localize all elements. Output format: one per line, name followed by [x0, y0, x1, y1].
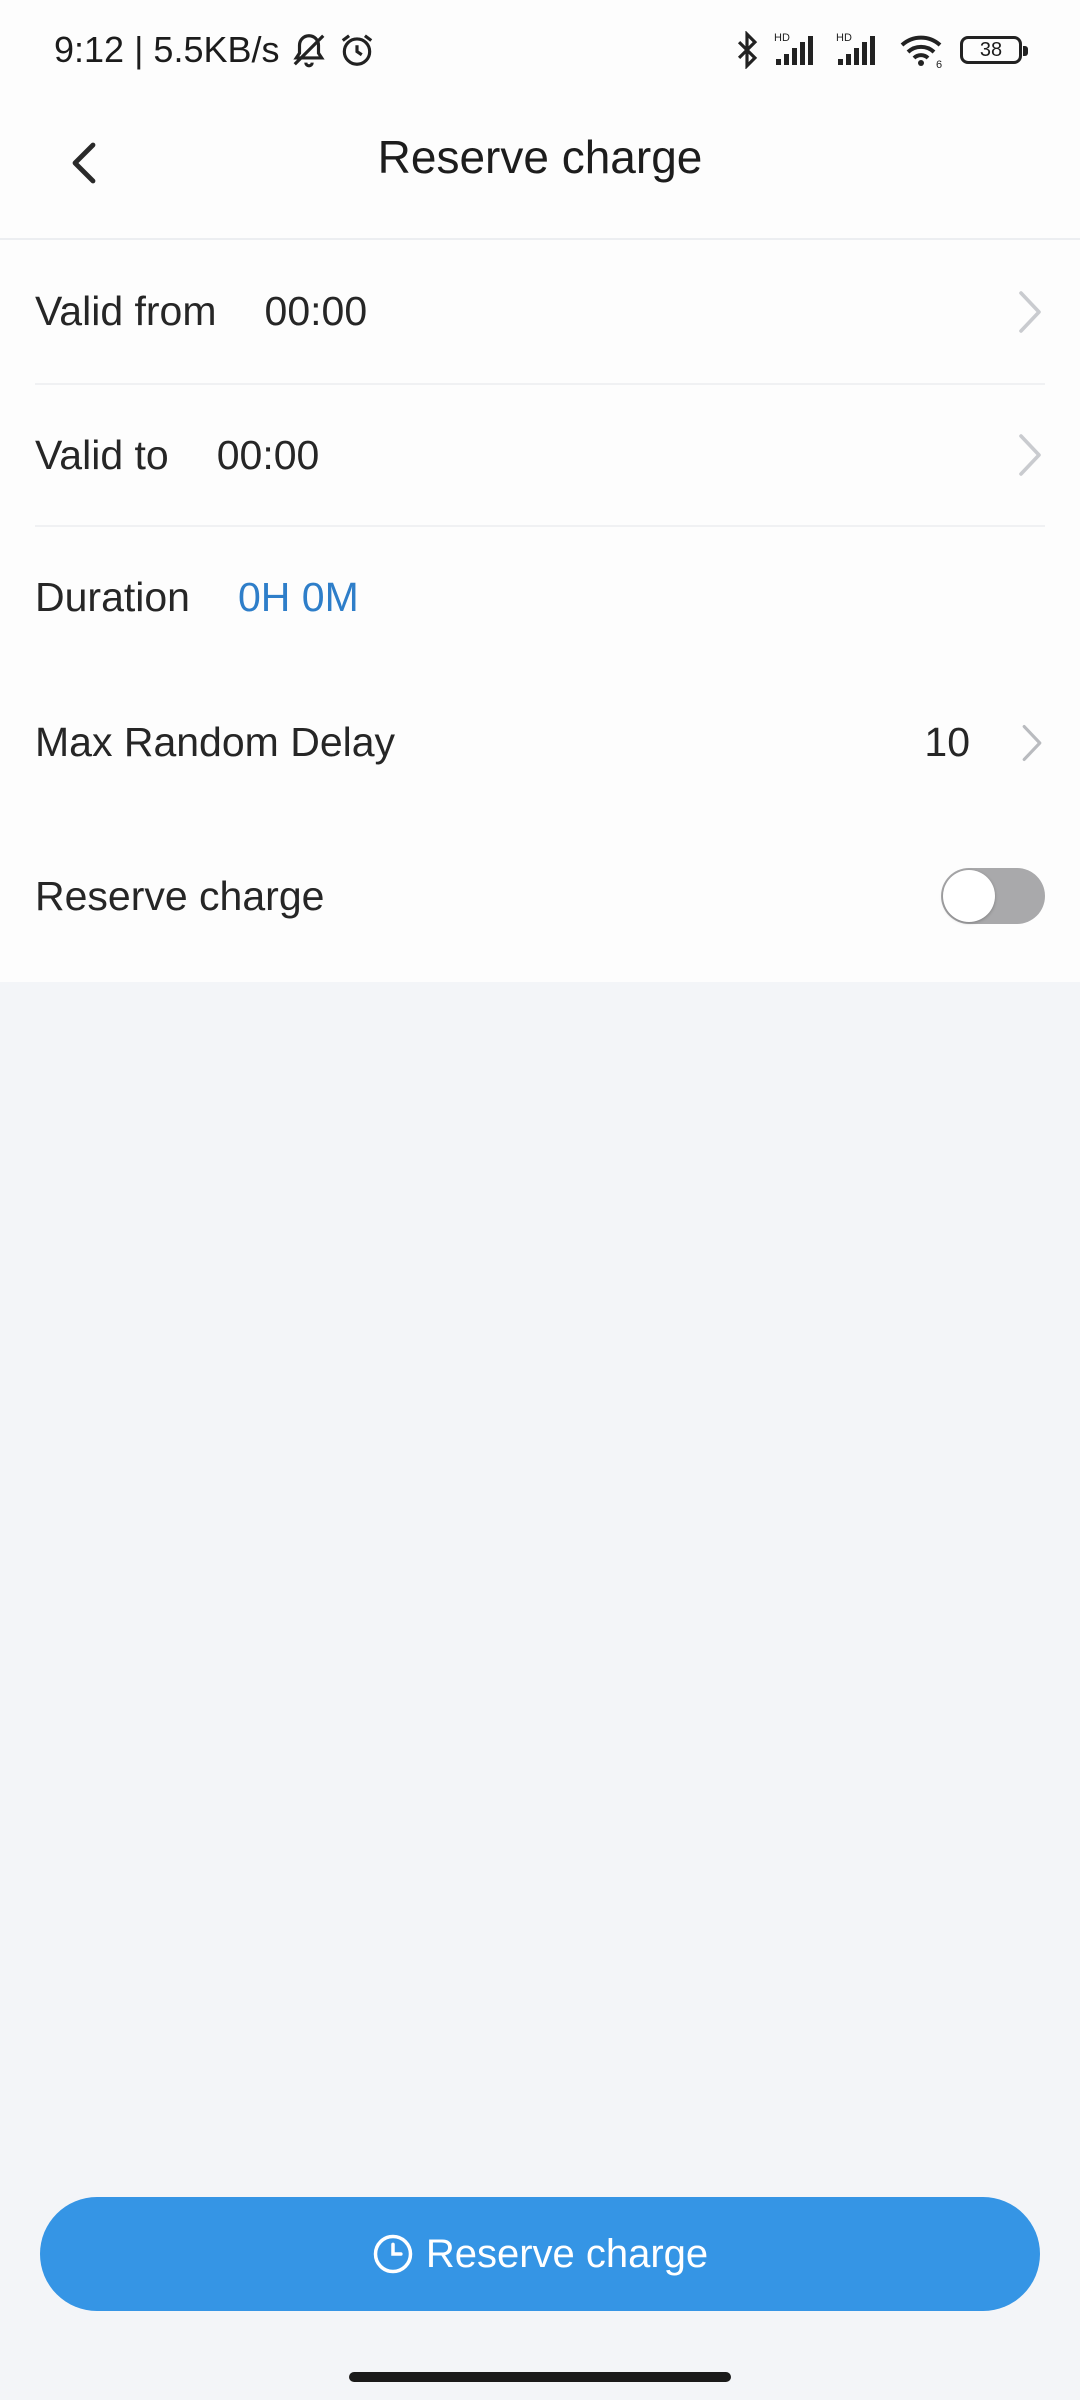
max-random-delay-value: 10 — [924, 719, 970, 765]
valid-from-label: Valid from — [35, 288, 217, 334]
reserve-charge-button[interactable]: Reserve charge — [40, 2197, 1040, 2311]
reserve-charge-row: Reserve charge — [35, 815, 1045, 977]
reserve-charge-label: Reserve charge — [35, 872, 325, 919]
bell-muted-icon — [290, 31, 328, 69]
status-time-speed: 9:12 | 5.5KB/s — [54, 29, 280, 70]
signal-hd-tag-2: HD — [836, 32, 852, 44]
status-bar-right: HD HD 6 38 — [734, 31, 1028, 69]
screen: 9:12 | 5.5KB/s HD HD 6 38 Reserve charge… — [0, 0, 1080, 2400]
wifi-gen-tag: 6 — [936, 59, 942, 69]
status-bar-left: 9:12 | 5.5KB/s — [54, 29, 376, 71]
clock-icon — [373, 2234, 413, 2274]
valid-to-value: 00:00 — [216, 431, 320, 478]
chevron-right-icon — [1015, 287, 1045, 337]
valid-to-label: Valid to — [35, 431, 169, 478]
duration-value: 0H 0M — [237, 573, 359, 620]
duration-row: Duration 0H 0M — [35, 527, 1045, 667]
signal-icon: HD — [774, 31, 822, 69]
max-random-delay-label: Max Random Delay — [35, 719, 396, 765]
chevron-right-icon — [1015, 430, 1045, 480]
chevron-right-icon — [1019, 721, 1045, 765]
alarm-icon — [338, 31, 376, 69]
valid-to-row[interactable]: Valid to 00:00 — [35, 385, 1045, 525]
app-header: Reserve charge — [0, 100, 1080, 240]
page-title: Reserve charge — [377, 131, 703, 183]
home-indicator[interactable] — [349, 2372, 731, 2382]
bluetooth-icon — [734, 31, 760, 69]
signal-icon: HD — [836, 31, 884, 69]
settings-list: Valid from 00:00 Valid to 00:00 Duration… — [0, 240, 1080, 982]
reserve-charge-toggle[interactable] — [941, 868, 1045, 924]
battery-icon: 38 — [960, 36, 1028, 64]
max-random-delay-row[interactable]: Max Random Delay 10 — [35, 670, 1045, 815]
toggle-knob — [943, 870, 995, 922]
battery-level: 38 — [979, 38, 1003, 61]
valid-from-value: 00:00 — [264, 288, 368, 334]
wifi-icon: 6 — [898, 31, 946, 69]
signal-hd-tag-1: HD — [774, 32, 790, 44]
duration-label: Duration — [35, 573, 190, 620]
reserve-charge-button-label: Reserve charge — [425, 2231, 709, 2276]
valid-from-row[interactable]: Valid from 00:00 — [35, 240, 1045, 383]
status-bar: 9:12 | 5.5KB/s HD HD 6 38 — [0, 0, 1080, 100]
